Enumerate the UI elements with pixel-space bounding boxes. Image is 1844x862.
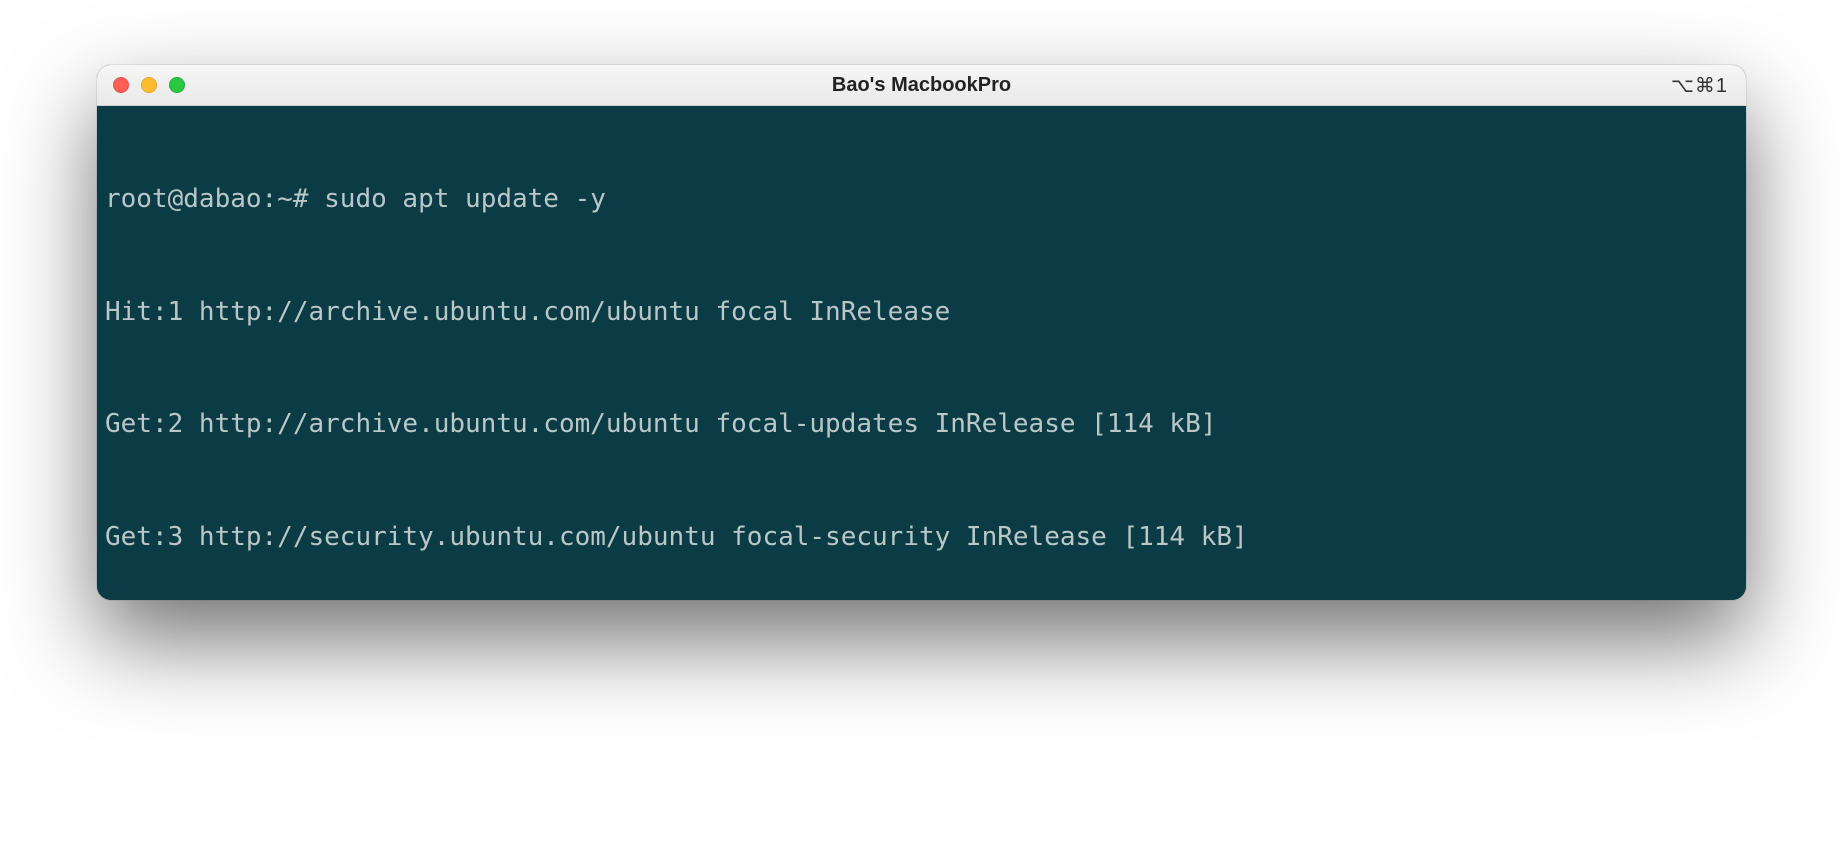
command-line: root@dabao:~# sudo apt update -y: [97, 181, 1746, 219]
output-line: Get:3 http://security.ubuntu.com/ubuntu …: [97, 519, 1746, 557]
window-shortcut-label: ⌥⌘1: [1671, 73, 1728, 98]
traffic-lights: [113, 77, 185, 93]
terminal-body[interactable]: root@dabao:~# sudo apt update -y Hit:1 h…: [97, 106, 1746, 600]
close-icon[interactable]: [113, 77, 129, 93]
prompt: root@dabao:~#: [105, 184, 324, 214]
zoom-icon[interactable]: [169, 77, 185, 93]
command-text: sudo apt update -y: [324, 184, 606, 214]
minimize-icon[interactable]: [141, 77, 157, 93]
output-line: Get:2 http://archive.ubuntu.com/ubuntu f…: [97, 406, 1746, 444]
titlebar: Bao's MacbookPro ⌥⌘1: [97, 65, 1746, 106]
output-line: Hit:1 http://archive.ubuntu.com/ubuntu f…: [97, 294, 1746, 332]
window-title: Bao's MacbookPro: [97, 74, 1746, 97]
terminal-window: Bao's MacbookPro ⌥⌘1 root@dabao:~# sudo …: [97, 65, 1746, 600]
